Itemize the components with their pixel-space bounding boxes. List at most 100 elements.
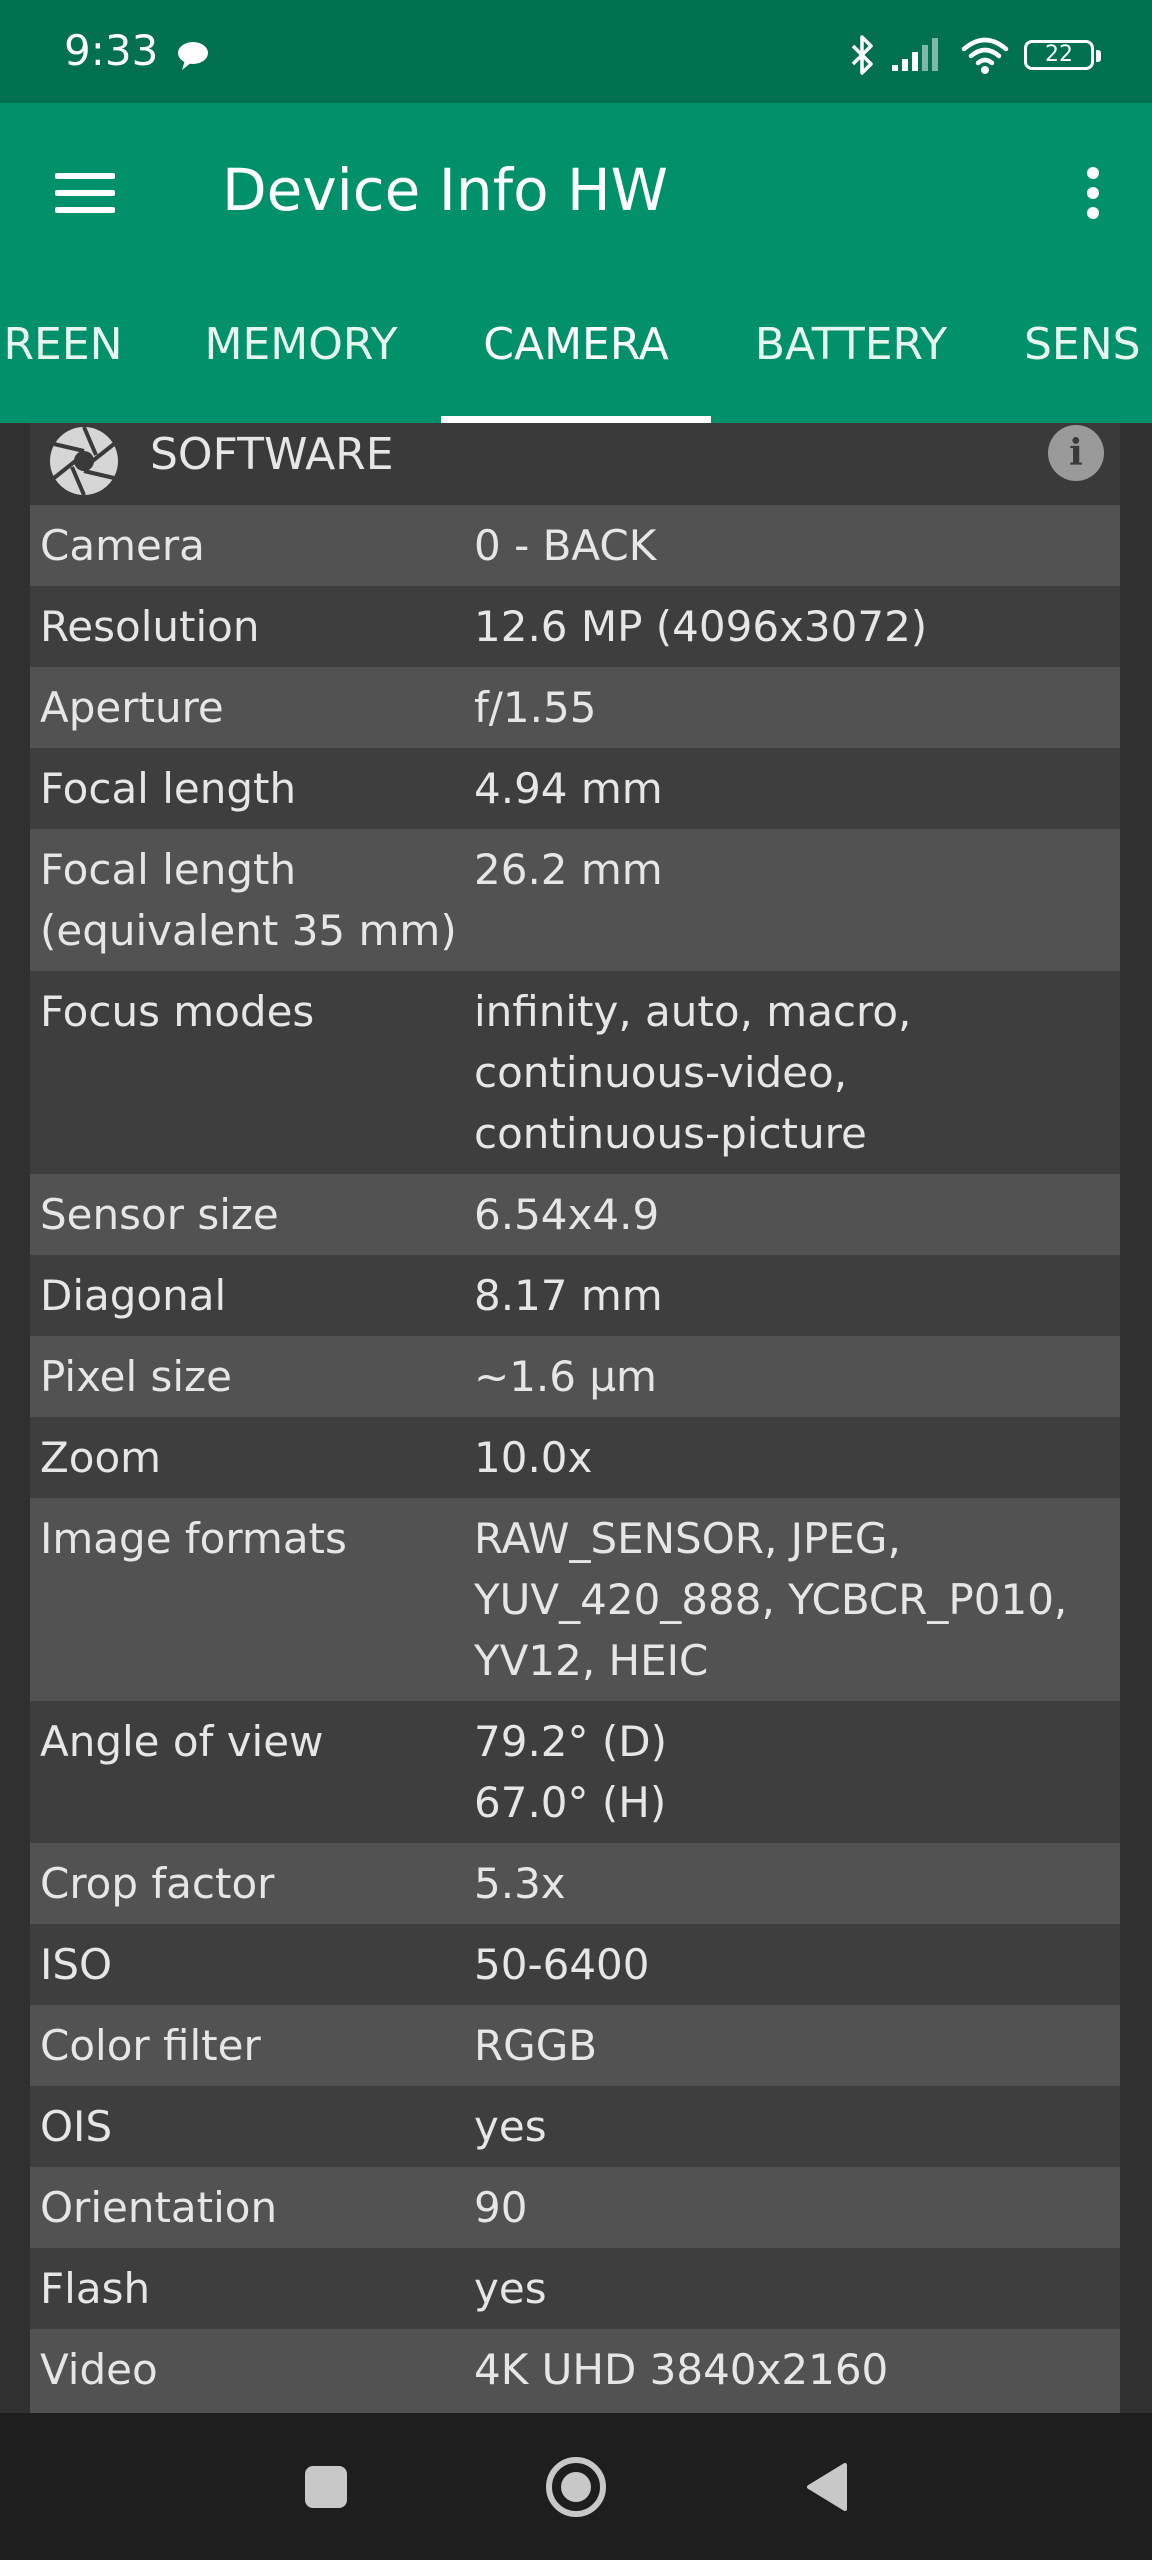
aperture-icon [50, 426, 118, 496]
tab-screen[interactable]: REEN [0, 265, 136, 423]
battery-icon: 22 [1024, 40, 1101, 70]
value-line: 90 [474, 2183, 528, 2232]
value-line: ~1.6 µm [474, 1352, 657, 1401]
info-row-value: 79.2° (D) 67.0° (H) [474, 1711, 1120, 1833]
info-row-value: yes [474, 2258, 1120, 2319]
app-bar: Device Info HW [0, 103, 1152, 265]
info-row: Color filter RGGB [30, 2005, 1120, 2086]
info-row: Video 4K UHD 3840x2160 Full HD 1920x1080 [30, 2329, 1120, 2413]
value-line: 10.0x [474, 1433, 593, 1482]
value-line: 6.54x4.9 [474, 1190, 660, 1239]
info-row-value: RGGB [474, 2015, 1120, 2076]
value-line: yes [474, 2102, 547, 2151]
info-row-value: ~1.6 µm [474, 1346, 1120, 1407]
info-button[interactable]: i [1048, 425, 1104, 481]
wifi-icon [961, 37, 1009, 74]
home-button[interactable] [526, 2437, 626, 2537]
info-row-label: Focal length (equivalent 35 mm) [40, 839, 474, 961]
label-line: (equivalent 35 mm) [40, 906, 457, 955]
more-vert-icon [1087, 167, 1099, 219]
info-row: Focal length (equivalent 35 mm) 26.2 mm [30, 829, 1120, 971]
info-row-label: ISO [40, 1934, 474, 1995]
bluetooth-icon [851, 35, 873, 75]
tab-sensors[interactable]: SENS [1024, 265, 1152, 423]
camera-info-card[interactable]: SOFTWARE i Camera 0 - BACK Resolution 12.6 … [30, 423, 1120, 2413]
info-row-value: yes [474, 2096, 1120, 2157]
info-icon: i [1069, 432, 1083, 474]
tab-battery[interactable]: BATTERY [735, 265, 967, 423]
info-row-label: Color filter [40, 2015, 474, 2076]
value-line: continuous-picture [474, 1109, 867, 1158]
label-line: Video [40, 2345, 158, 2394]
info-row: Camera 0 - BACK [30, 505, 1120, 586]
value-line: 5.3x [474, 1859, 566, 1908]
value-line: RAW_SENSOR, JPEG, [474, 1514, 901, 1563]
status-bar: 9:33 22 [0, 0, 1152, 103]
tab-camera[interactable]: CAMERA [441, 265, 711, 423]
info-row-value: RAW_SENSOR, JPEG, YUV_420_888, YCBCR_P010… [474, 1508, 1120, 1691]
back-triangle-icon [807, 2463, 847, 2511]
value-line: continuous-video, [474, 1048, 848, 1097]
info-row-value: 6.54x4.9 [474, 1184, 1120, 1245]
tab-memory[interactable]: MEMORY [178, 265, 424, 423]
section-header: SOFTWARE i [30, 423, 1120, 505]
tab-bar: REEN MEMORY CAMERA BATTERY SENS [0, 265, 1152, 423]
overflow-menu-button[interactable] [1058, 148, 1128, 238]
value-line: 26.2 mm [474, 845, 663, 894]
info-row: Diagonal 8.17 mm [30, 1255, 1120, 1336]
info-row-label: Zoom [40, 1427, 474, 1488]
hamburger-menu-icon [55, 173, 115, 213]
label-line: Diagonal [40, 1271, 227, 1320]
label-line: Crop factor [40, 1859, 275, 1908]
info-row: Image formats RAW_SENSOR, JPEG, YUV_420_88… [30, 1498, 1120, 1701]
recents-button[interactable] [276, 2437, 376, 2537]
back-button[interactable] [776, 2437, 876, 2537]
info-row-label: Orientation [40, 2177, 474, 2238]
value-line: 50-6400 [474, 1940, 650, 1989]
info-row: OIS yes [30, 2086, 1120, 2167]
info-row-label: Focal length [40, 758, 474, 819]
info-row-label: Resolution [40, 596, 474, 657]
info-row-value: 0 - BACK [474, 515, 1120, 576]
menu-button[interactable] [40, 148, 130, 238]
label-line: Color filter [40, 2021, 261, 2070]
label-line: Resolution [40, 602, 260, 651]
battery-level: 22 [1045, 42, 1073, 67]
label-line: OIS [40, 2102, 113, 2151]
info-row: Focal length 4.94 mm [30, 748, 1120, 829]
info-row-label: OIS [40, 2096, 474, 2157]
info-row-label: Image formats [40, 1508, 474, 1691]
info-row: Sensor size 6.54x4.9 [30, 1174, 1120, 1255]
square-icon [305, 2466, 347, 2508]
status-icons: 22 [850, 30, 1101, 80]
label-line: Focal length [40, 845, 297, 894]
info-row: Angle of view 79.2° (D) 67.0° (H) [30, 1701, 1120, 1843]
label-line: Camera [40, 521, 205, 570]
info-row: Orientation 90 [30, 2167, 1120, 2248]
value-line: 67.0° (H) [474, 1778, 667, 1827]
value-line: YUV_420_888, YCBCR_P010, [474, 1575, 1068, 1624]
value-line: f/1.55 [474, 683, 597, 732]
info-row-label: Diagonal [40, 1265, 474, 1326]
info-row: Resolution 12.6 MP (4096x3072) [30, 586, 1120, 667]
value-line: 79.2° (D) [474, 1717, 667, 1766]
info-row-value: 5.3x [474, 1853, 1120, 1914]
home-circle-icon [546, 2457, 606, 2517]
info-row-value: 4.94 mm [474, 758, 1120, 819]
info-row: ISO 50-6400 [30, 1924, 1120, 2005]
info-rows: Camera 0 - BACK Resolution 12.6 MP (4096x30… [30, 505, 1120, 2413]
label-line: ISO [40, 1940, 113, 1989]
label-line: Angle of view [40, 1717, 324, 1766]
value-line: YV12, HEIC [474, 1636, 709, 1685]
info-row-value: 26.2 mm [474, 839, 1120, 961]
navigation-bar [0, 2413, 1152, 2560]
value-line: 4K UHD 3840x2160 [474, 2345, 889, 2394]
info-row-value: 10.0x [474, 1427, 1120, 1488]
status-time: 9:33 [64, 26, 159, 75]
info-row-label: Aperture [40, 677, 474, 738]
info-row-label: Focus modes [40, 981, 474, 1164]
label-line: Focal length [40, 764, 297, 813]
info-row-label: Sensor size [40, 1184, 474, 1245]
chat-bubble-icon [178, 42, 208, 70]
info-row: Zoom 10.0x [30, 1417, 1120, 1498]
